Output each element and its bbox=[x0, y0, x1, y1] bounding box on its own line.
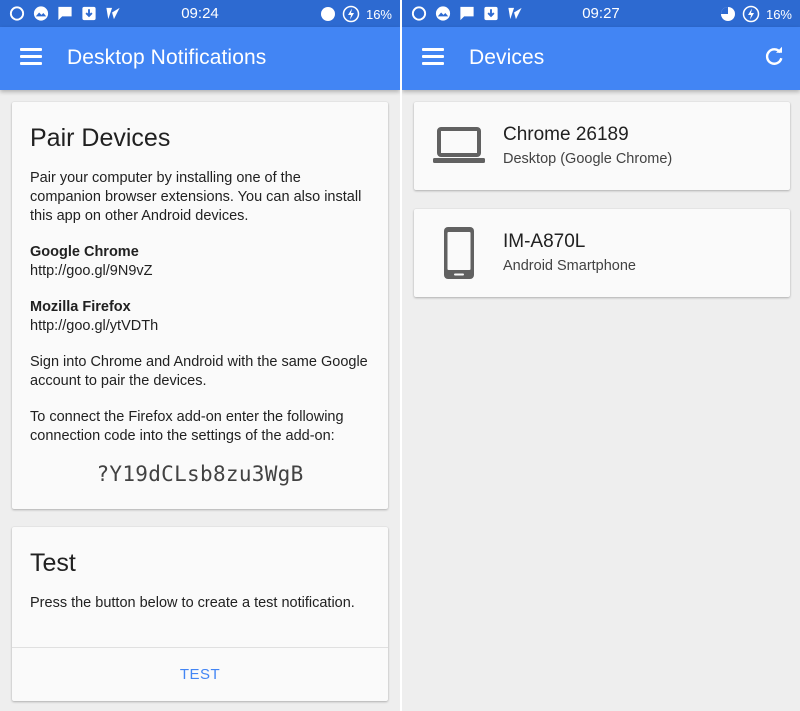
smartphone-icon bbox=[444, 227, 474, 279]
pair-devices-title: Pair Devices bbox=[30, 124, 171, 152]
devices-screen: 09:27 16% Devices Chrome 26189 Desktop (… bbox=[400, 0, 800, 711]
laptop-icon bbox=[433, 127, 485, 163]
app-title: Desktop Notifications bbox=[67, 46, 267, 69]
test-title: Test bbox=[30, 549, 76, 577]
battery-saver-icon bbox=[742, 5, 760, 23]
device-name: Chrome 26189 bbox=[503, 124, 629, 145]
status-bar: 09:24 16% bbox=[0, 0, 400, 27]
battery-percent: 16% bbox=[365, 6, 392, 22]
signin-text: Sign into Chrome and Android with the sa… bbox=[30, 354, 368, 389]
device-name: IM-A870L bbox=[503, 231, 586, 252]
connection-code: ?Y19dCLsb8zu3WgB bbox=[96, 462, 304, 486]
test-card: Test Press the button below to create a … bbox=[12, 527, 388, 701]
pair-devices-card: Pair Devices Pair your computer by insta… bbox=[12, 102, 388, 509]
device-type: Android Smartphone bbox=[503, 258, 636, 274]
refresh-icon[interactable] bbox=[762, 45, 786, 69]
status-right: 16% bbox=[720, 5, 792, 23]
app-bar: Desktop Notifications bbox=[0, 27, 400, 90]
chrome-heading: Google Chrome bbox=[30, 244, 139, 260]
pair-intro-text: Pair your computer by installing one of … bbox=[30, 170, 362, 224]
test-button[interactable]: TEST bbox=[12, 648, 388, 701]
chrome-extension-link[interactable]: http://goo.gl/9N9vZ bbox=[30, 262, 370, 281]
pie-status-icon bbox=[720, 7, 735, 21]
battery-saver-icon bbox=[342, 5, 360, 23]
battery-percent: 16% bbox=[765, 6, 792, 22]
device-type: Desktop (Google Chrome) bbox=[503, 151, 673, 167]
test-description: Press the button below to create a test … bbox=[30, 595, 355, 611]
circle-status-icon bbox=[320, 7, 335, 21]
app-title: Devices bbox=[469, 46, 545, 69]
status-bar: 09:27 16% bbox=[402, 0, 800, 27]
connect-text: To connect the Firefox add-on enter the … bbox=[30, 409, 344, 444]
device-card[interactable]: IM-A870L Android Smartphone bbox=[414, 209, 790, 297]
status-right: 16% bbox=[320, 5, 392, 23]
app-bar: Devices bbox=[402, 27, 800, 90]
device-card[interactable]: Chrome 26189 Desktop (Google Chrome) bbox=[414, 102, 790, 190]
menu-icon[interactable] bbox=[422, 48, 444, 66]
desktop-notifications-screen: 09:24 16% Desktop Notifications Pair Dev… bbox=[0, 0, 400, 711]
firefox-addon-link[interactable]: http://goo.gl/ytVDTh bbox=[30, 317, 370, 336]
firefox-heading: Mozilla Firefox bbox=[30, 299, 131, 315]
menu-icon[interactable] bbox=[20, 48, 42, 66]
